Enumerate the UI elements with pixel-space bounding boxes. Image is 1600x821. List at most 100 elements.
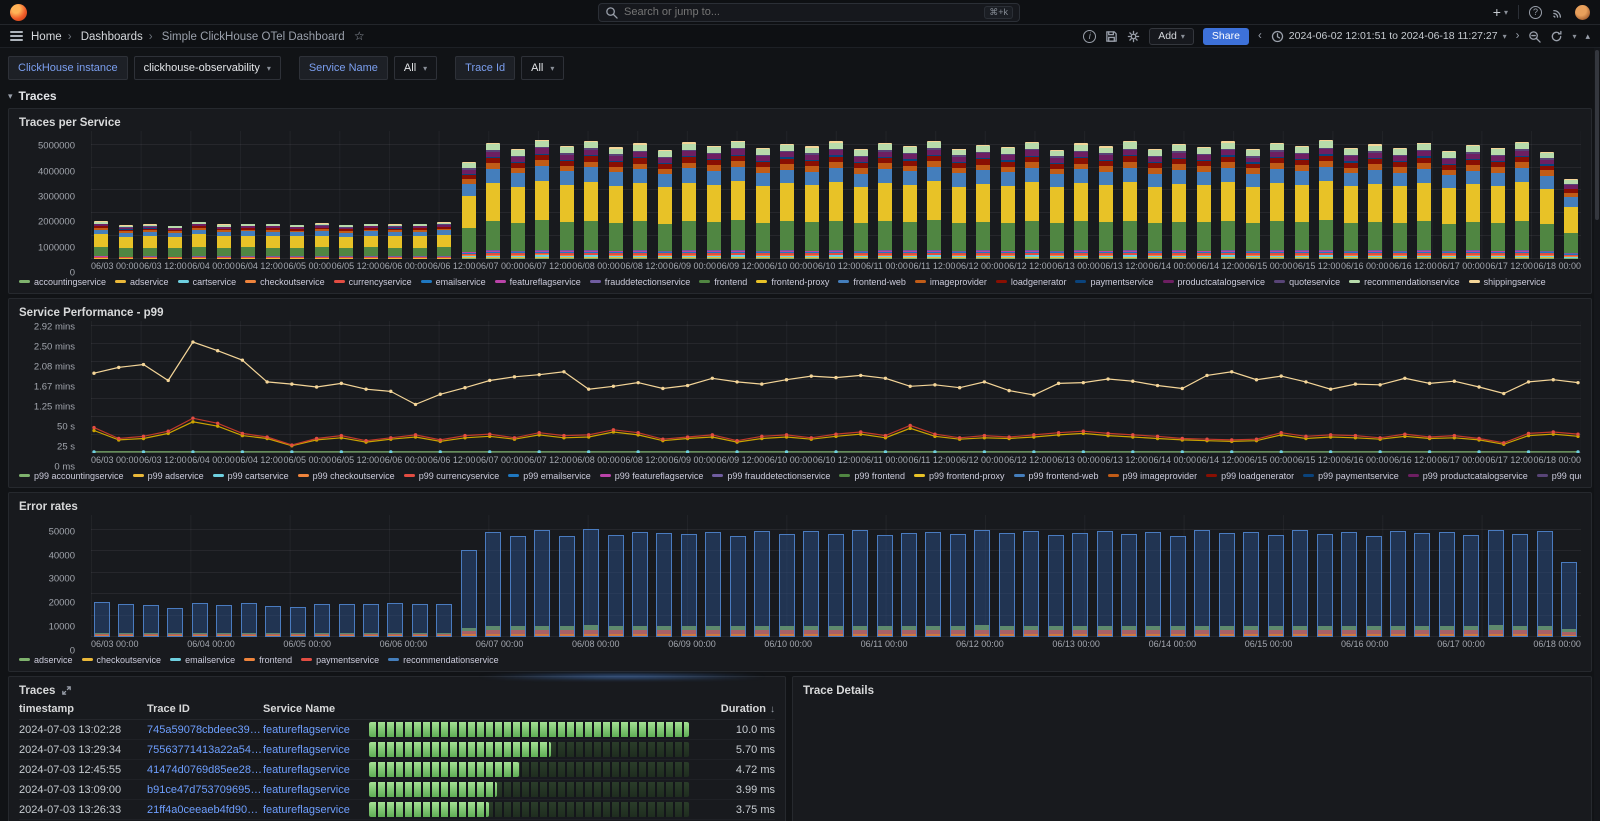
data-point[interactable] (513, 436, 516, 439)
stacked-bar[interactable] (315, 223, 329, 259)
stacked-bar[interactable] (927, 141, 941, 259)
data-point[interactable] (983, 380, 986, 383)
error-bar[interactable] (387, 603, 403, 637)
legend-item[interactable]: p99 frontend-web (1014, 471, 1099, 481)
error-bar[interactable] (1145, 532, 1161, 637)
stacked-bar[interactable] (1148, 149, 1162, 259)
data-point[interactable] (1255, 378, 1258, 381)
stacked-bar[interactable] (731, 140, 745, 259)
data-point[interactable] (364, 439, 367, 442)
data-point[interactable] (834, 432, 837, 435)
data-point[interactable] (1131, 379, 1134, 382)
data-point[interactable] (1280, 374, 1283, 377)
stacked-bar[interactable] (413, 224, 427, 259)
error-bar[interactable] (436, 604, 452, 637)
data-point[interactable] (587, 433, 590, 436)
stacked-bar[interactable] (1417, 142, 1431, 259)
error-bar[interactable] (974, 530, 990, 637)
data-point[interactable] (1576, 450, 1579, 453)
data-point[interactable] (142, 450, 145, 453)
data-point[interactable] (167, 379, 170, 382)
legend-item[interactable]: currencyservice (334, 277, 412, 287)
stacked-bar[interactable] (805, 146, 819, 259)
error-bar[interactable] (583, 529, 599, 637)
error-bar[interactable] (877, 535, 893, 637)
favorite-star-icon[interactable]: ☆ (354, 29, 365, 43)
data-point[interactable] (439, 438, 442, 441)
error-bar[interactable] (192, 603, 208, 637)
data-point[interactable] (1354, 434, 1357, 437)
share-button[interactable]: Share (1203, 28, 1249, 45)
legend-item[interactable]: checkoutservice (82, 655, 162, 665)
error-bar[interactable] (1414, 533, 1430, 637)
data-point[interactable] (216, 424, 219, 427)
info-icon[interactable]: i (1083, 30, 1096, 43)
legend-item[interactable]: p99 frontend (839, 471, 905, 481)
data-point[interactable] (142, 435, 145, 438)
data-point[interactable] (636, 431, 639, 434)
stacked-bar[interactable] (266, 224, 280, 259)
stacked-bar[interactable] (1246, 149, 1260, 259)
data-point[interactable] (1477, 385, 1480, 388)
data-point[interactable] (538, 373, 541, 376)
error-bar[interactable] (1463, 535, 1479, 637)
data-point[interactable] (1477, 437, 1480, 440)
stacked-bar[interactable] (1270, 143, 1284, 259)
data-point[interactable] (1403, 432, 1406, 435)
data-point[interactable] (1378, 383, 1381, 386)
data-point[interactable] (760, 435, 763, 438)
stacked-bar[interactable] (241, 223, 255, 259)
stacked-bar[interactable] (854, 149, 868, 259)
data-point[interactable] (513, 375, 516, 378)
data-point[interactable] (439, 450, 442, 453)
data-point[interactable] (1032, 393, 1035, 396)
data-point[interactable] (859, 374, 862, 377)
cell-trace-id-link[interactable]: 21ff4a0ceeaeb4fd90af0... (147, 804, 263, 816)
legend-item[interactable]: p99 adservice (133, 471, 204, 481)
data-point[interactable] (191, 416, 194, 419)
zoom-out-icon[interactable] (1528, 30, 1541, 43)
data-point[interactable] (1255, 438, 1258, 441)
stacked-bar[interactable] (682, 142, 696, 259)
data-point[interactable] (686, 384, 689, 387)
data-point[interactable] (92, 426, 95, 429)
panel-title[interactable]: Traces (19, 685, 55, 697)
data-point[interactable] (463, 434, 466, 437)
data-point[interactable] (1181, 437, 1184, 440)
data-point[interactable] (1453, 434, 1456, 437)
stacked-bar[interactable] (94, 221, 108, 259)
data-point[interactable] (265, 380, 268, 383)
error-bar[interactable] (534, 530, 550, 637)
time-shift-forward-icon[interactable]: › (1516, 30, 1520, 42)
cell-service-link[interactable]: featureflagservice (263, 724, 369, 736)
data-point[interactable] (1378, 450, 1381, 453)
data-point[interactable] (340, 382, 343, 385)
data-point[interactable] (1280, 431, 1283, 434)
table-row[interactable]: 2024-07-03 13:02:28745a59078cbdeec39b7..… (19, 720, 775, 740)
data-point[interactable] (1354, 382, 1357, 385)
legend-item[interactable]: p99 paymentservice (1303, 471, 1399, 481)
time-shift-back-icon[interactable]: ‹ (1258, 30, 1262, 42)
legend-item[interactable]: p99 frontend-proxy (914, 471, 1005, 481)
error-bar[interactable] (290, 607, 306, 637)
error-bar[interactable] (167, 608, 183, 637)
data-point[interactable] (1007, 435, 1010, 438)
data-point[interactable] (364, 387, 367, 390)
series-line[interactable] (94, 342, 1578, 404)
stacked-bar[interactable] (903, 146, 917, 259)
data-point[interactable] (191, 420, 194, 423)
col-duration[interactable]: Duration↓ (697, 703, 775, 715)
legend-item[interactable]: p99 imageprovider (1108, 471, 1198, 481)
data-point[interactable] (859, 430, 862, 433)
breadcrumb-dashboards[interactable]: Dashboards (81, 31, 143, 43)
data-point[interactable] (1329, 387, 1332, 390)
stacked-bar[interactable] (609, 147, 623, 259)
data-point[interactable] (117, 437, 120, 440)
legend-item[interactable]: frontend (699, 277, 747, 287)
error-bar[interactable] (339, 604, 355, 637)
panel-title[interactable]: Service Performance - p99 (19, 304, 1581, 321)
service-name-select[interactable]: All▾ (394, 56, 437, 80)
error-bar[interactable] (1048, 535, 1064, 637)
error-bar[interactable] (265, 606, 281, 637)
trace-id-select[interactable]: All▾ (521, 56, 564, 80)
